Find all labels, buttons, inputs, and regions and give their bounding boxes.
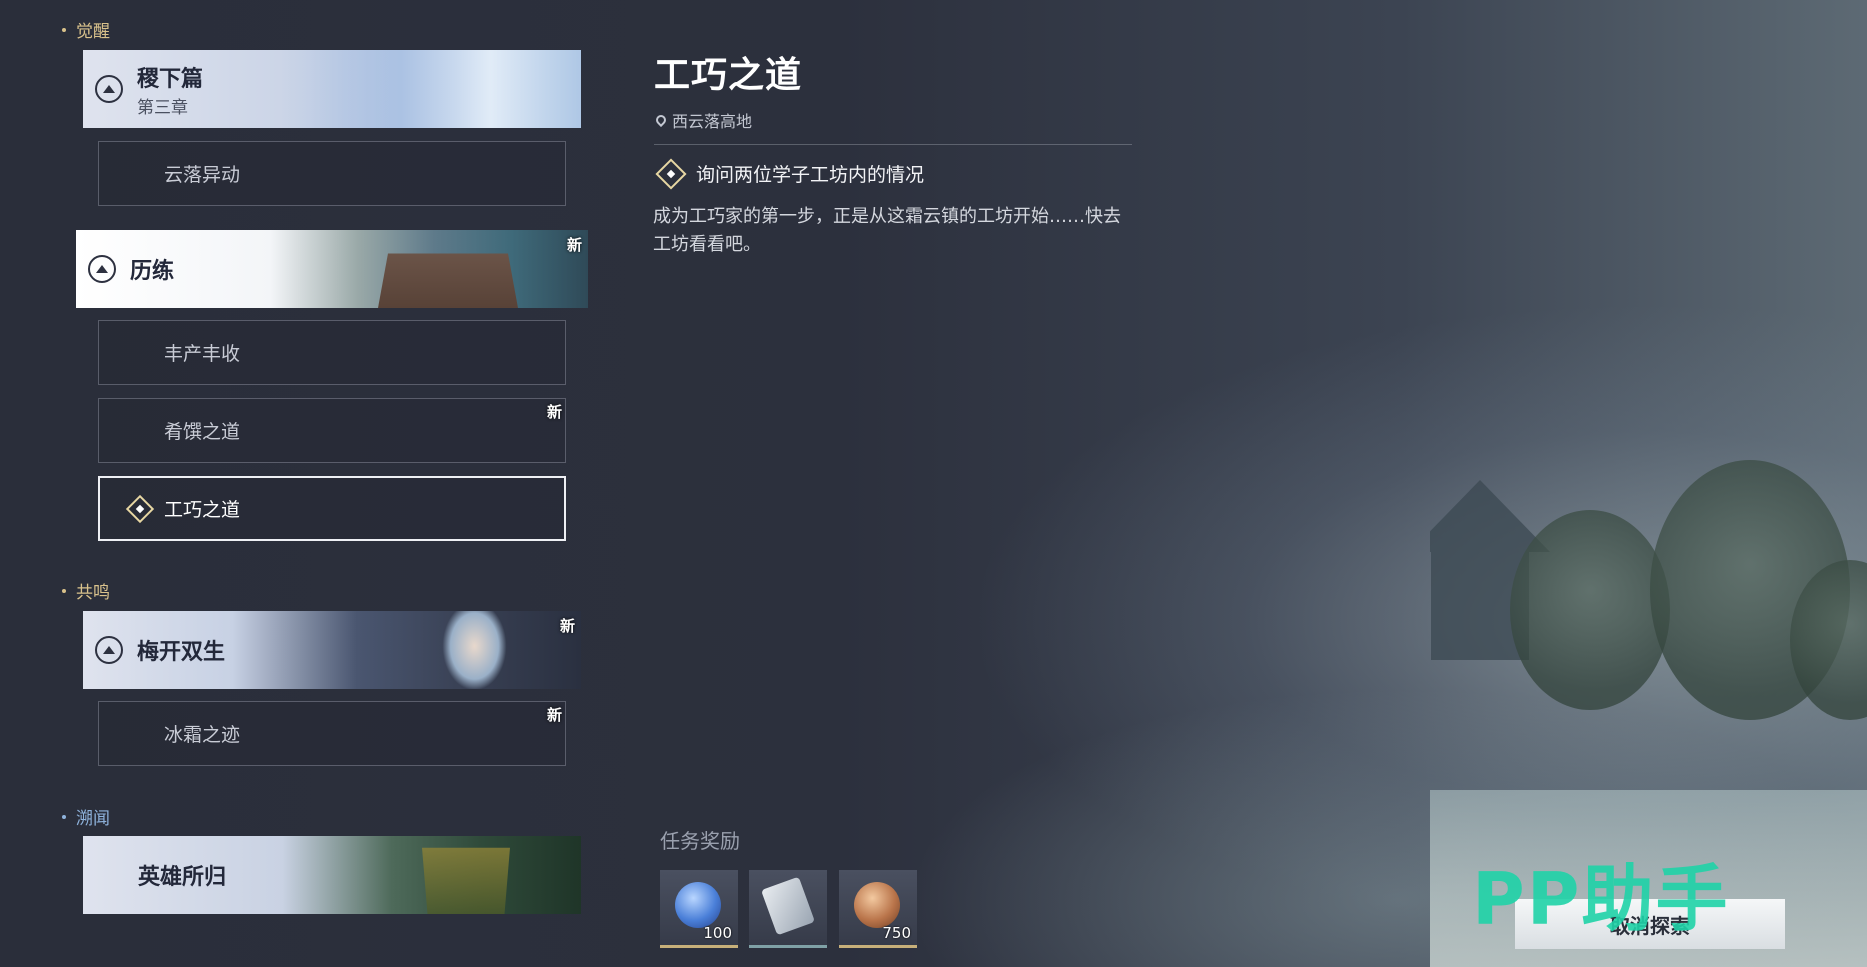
new-badge: 新 [546, 706, 562, 724]
chapter-subtitle: 第三章 [137, 97, 188, 118]
bronze-coin-icon [854, 882, 900, 928]
blue-coin-icon [675, 882, 721, 928]
chapter-jixia[interactable]: 稷下篇 第三章 [83, 50, 581, 128]
new-badge: 新 [546, 403, 562, 421]
chapter-title: 英雄所归 [138, 865, 227, 890]
reward-quantity: 750 [882, 924, 911, 942]
quest-item-yunluo[interactable]: 云落异动 [98, 141, 566, 206]
collapse-arrow-icon[interactable] [88, 255, 116, 283]
chapter-banner-art [422, 847, 510, 914]
chapter-banner-art [378, 237, 518, 308]
reward-item[interactable] [749, 870, 827, 948]
chapter-banner-art [281, 50, 581, 128]
divider [654, 144, 1132, 145]
collapse-arrow-icon[interactable] [95, 75, 123, 103]
section-label-resonance: 共鸣 [62, 578, 110, 603]
chapter-yingxiong[interactable]: 英雄所归 [83, 836, 581, 914]
new-badge: 新 [559, 617, 575, 635]
quest-label: 肴馔之道 [164, 421, 241, 443]
scroll-icon [760, 876, 816, 936]
quest-objective: 询问两位学子工坊内的情况 [655, 157, 924, 190]
chapter-meikai[interactable]: 梅开双生 新 [83, 611, 581, 689]
chapter-title: 历练 [130, 259, 175, 284]
quest-label: 丰产丰收 [164, 343, 241, 365]
character-portrait [403, 611, 533, 689]
objective-diamond-icon [655, 157, 687, 190]
chapter-title: 稷下篇 [137, 66, 204, 92]
quest-title: 工巧之道 [654, 55, 803, 96]
quest-item-yaozhuan[interactable]: 肴馔之道 新 [98, 398, 566, 463]
quest-location: 西云落高地 [653, 108, 752, 132]
quest-label: 工巧之道 [164, 499, 241, 521]
section-label-suwen: 溯闻 [62, 804, 110, 829]
quest-item-gongqiao-selected[interactable]: 工巧之道 [98, 476, 566, 541]
rewards-title: 任务奖励 [660, 829, 740, 853]
reward-item[interactable]: 750 [839, 870, 917, 948]
section-label-awakening: 觉醒 [62, 17, 110, 42]
quest-label: 冰霜之迹 [164, 724, 241, 746]
reward-item[interactable]: 100 [660, 870, 738, 948]
collapse-arrow-icon[interactable] [95, 636, 123, 664]
reward-quantity: 100 [703, 924, 732, 942]
location-pin-icon [653, 112, 669, 128]
quest-item-bingshuang[interactable]: 冰霜之迹 新 [98, 701, 566, 766]
tracked-quest-icon [125, 494, 155, 523]
quest-description: 成为工巧家的第一步，正是从这霜云镇的工坊开始……快去工坊看看吧。 [653, 206, 1121, 255]
quest-label: 云落异动 [164, 164, 241, 186]
chapter-title: 梅开双生 [137, 640, 226, 665]
quest-item-fengchan[interactable]: 丰产丰收 [98, 320, 566, 385]
watermark-logo: PP助手 [1472, 857, 1730, 941]
chapter-lilian[interactable]: 历练 新 [76, 230, 588, 308]
new-badge: 新 [566, 236, 582, 254]
